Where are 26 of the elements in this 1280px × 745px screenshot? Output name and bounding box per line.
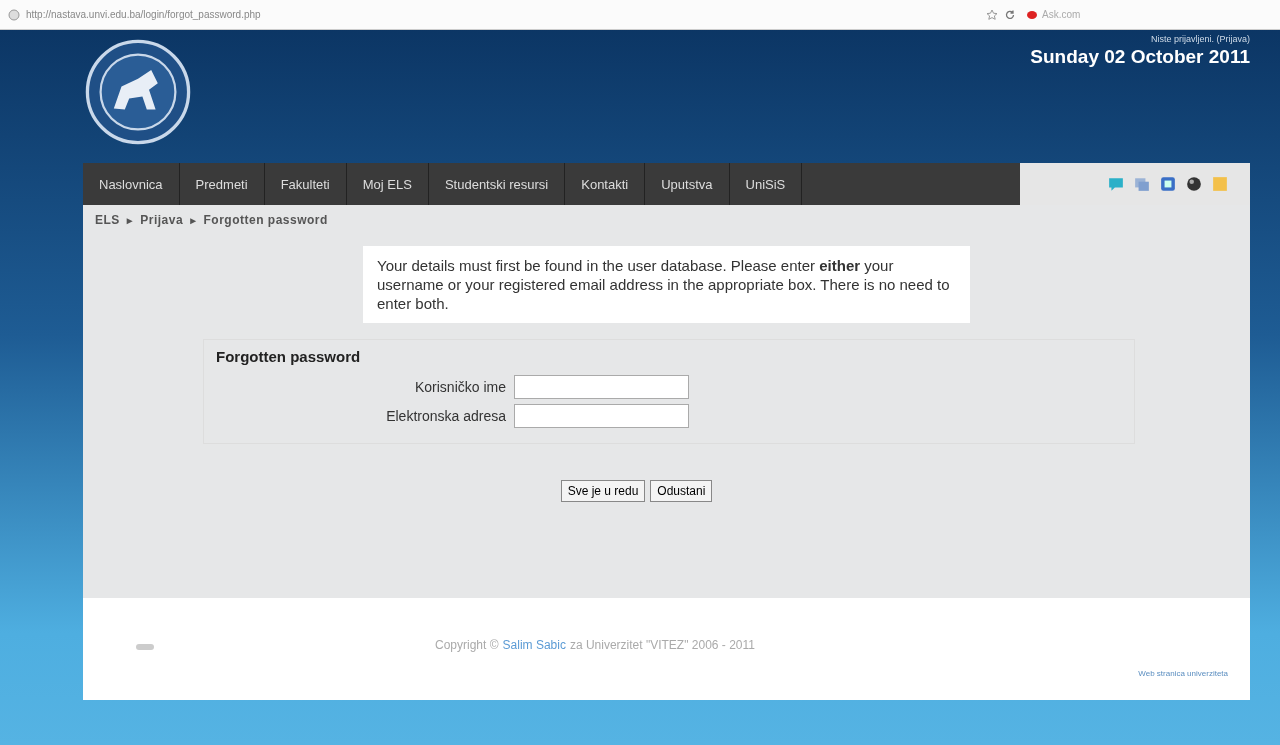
breadcrumb-separator: ►	[188, 214, 199, 228]
instruction-box: Your details must first be found in the user database. Please enter either your username or your registered email address in the appropriate box. There is no need to enter both.	[363, 246, 970, 323]
field-label: Elektronska adresa	[385, 408, 507, 424]
login-status[interactable]: Niste prijavljeni. (Prijava)	[1150, 34, 1250, 44]
star-icon[interactable]	[986, 8, 998, 21]
form-button[interactable]: Odustani	[650, 480, 713, 502]
form-button[interactable]: Sve je u redu	[560, 480, 646, 502]
form-legend: Forgotten password	[216, 348, 1122, 365]
copyright-text: Copyright ©	[435, 638, 499, 652]
chat-icon[interactable]	[1108, 176, 1124, 192]
input-field[interactable]	[514, 375, 689, 399]
address-bar[interactable]: http://nastava.unvi.edu.ba/login/forgot_password.php	[26, 9, 261, 20]
current-date: Sunday 02 October 2011	[1030, 46, 1250, 68]
breadcrumb-link[interactable]: ELS	[95, 213, 120, 228]
copyright-text: za Univerzitet "VITEZ" 2006 - 2011	[569, 638, 755, 652]
windows-icon[interactable]	[1134, 176, 1150, 192]
input-field[interactable]	[514, 404, 689, 428]
reload-icon[interactable]	[1004, 8, 1016, 21]
breadcrumb-link[interactable]: Prijava	[140, 213, 184, 228]
note-icon[interactable]	[1212, 176, 1228, 192]
breadcrumb-link[interactable]: Forgotten password	[203, 213, 328, 228]
university-website-link[interactable]: Web stranica univerziteta	[1138, 669, 1228, 678]
field-label: Korisničko ime	[413, 379, 507, 395]
breadcrumb-separator: ►	[124, 214, 136, 228]
ball-icon[interactable]	[1186, 176, 1202, 192]
square-icon[interactable]	[1160, 176, 1176, 192]
